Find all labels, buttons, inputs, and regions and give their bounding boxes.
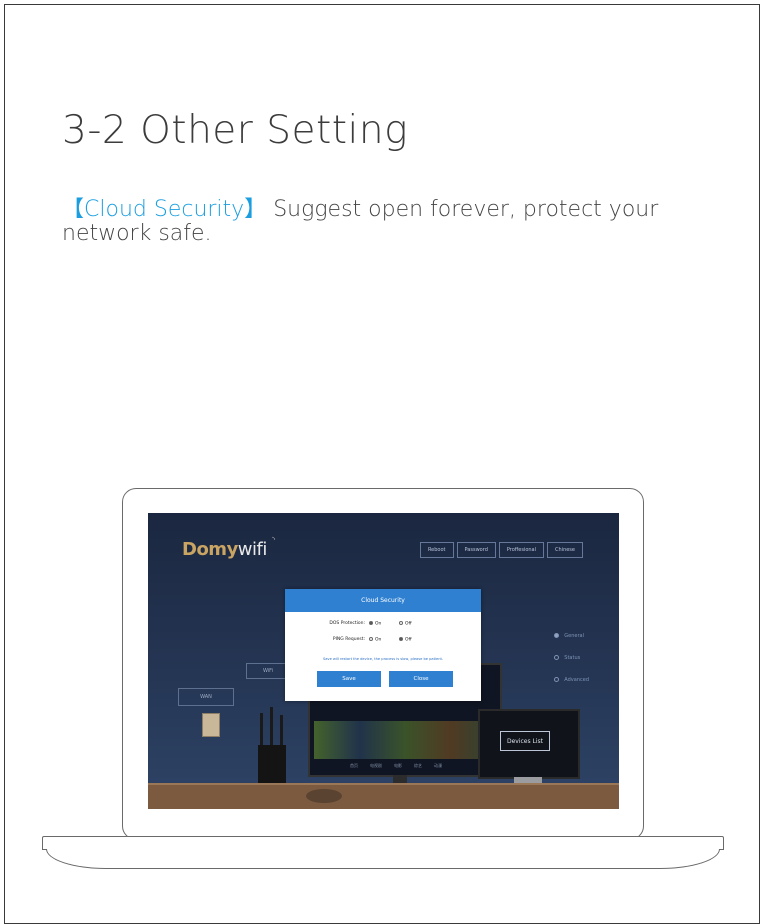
wifi-label-box: WiFi <box>246 663 290 679</box>
ping-request-label: PING Request: <box>332 637 365 642</box>
side-menu-general[interactable]: General <box>554 633 589 639</box>
option-label: Off <box>405 621 412 627</box>
radio-dot-icon <box>554 633 560 638</box>
side-menu-advanced[interactable]: Advanced <box>554 677 589 683</box>
ping-request-on[interactable]: On <box>369 637 381 643</box>
nav-proffesional[interactable]: Proffesional <box>498 542 545 558</box>
devices-list-button[interactable]: Devices List <box>500 731 550 751</box>
tv-menu-item: 综艺 <box>414 763 422 768</box>
router-antenna <box>260 713 263 747</box>
cloud-security-dialog: Cloud Security DOS Protection: On Off PI… <box>285 589 481 701</box>
tv-menu-item: 动漫 <box>434 763 442 768</box>
tv-stand <box>393 775 407 783</box>
router-antenna <box>280 715 283 747</box>
brand-part1: Domy <box>182 539 238 560</box>
nav-chinese[interactable]: Chinese <box>547 542 583 558</box>
brand-logo: Domywifi <box>182 539 267 560</box>
side-menu-label: Advanced <box>564 677 589 683</box>
close-button[interactable]: Close <box>389 671 453 687</box>
dialog-title: Cloud Security <box>285 589 481 612</box>
dos-protection-on[interactable]: On <box>369 621 381 627</box>
tv-menu-item: 电影 <box>394 763 402 768</box>
desk <box>148 785 619 809</box>
dialog-note: Save will restart the device, the proces… <box>322 657 444 661</box>
side-menu-label: Status <box>564 655 581 661</box>
mouse-illustration <box>306 789 342 803</box>
description: 【Cloud Security】 Suggest open forever, p… <box>62 198 702 246</box>
side-menu-label: General <box>564 633 585 639</box>
radio-icon <box>399 621 403 625</box>
wan-label-box: WAN <box>178 688 234 706</box>
router-antenna <box>270 707 273 747</box>
brand-part2: wifi <box>237 539 268 560</box>
option-label: Off <box>405 637 412 643</box>
ping-request-off[interactable]: Off <box>399 637 412 643</box>
laptop-bottom <box>46 849 720 869</box>
tv-menu-item: 电视剧 <box>370 763 382 768</box>
dos-protection-off[interactable]: Off <box>399 621 412 627</box>
dos-protection-label: DOS Protection: <box>329 621 365 626</box>
page-title: 3-2 Other Setting <box>62 108 409 153</box>
description-bracket-close: 】 <box>244 197 267 222</box>
tv-content <box>314 721 496 759</box>
side-menu-status[interactable]: Status <box>554 655 589 661</box>
wall-socket <box>202 713 220 737</box>
laptop-screen: Domywifi ◝ Reboot Password Proffesional … <box>148 513 619 809</box>
description-bracket-open: 【 <box>62 197 85 222</box>
top-nav: Reboot Password Proffesional Chinese <box>419 542 583 558</box>
wifi-signal-icon: ◝ <box>272 535 276 544</box>
radio-icon <box>399 637 403 641</box>
nav-password[interactable]: Password <box>456 542 496 558</box>
radio-dot-icon <box>554 677 560 682</box>
option-label: On <box>375 621 382 627</box>
radio-icon <box>369 621 373 625</box>
radio-dot-icon <box>554 655 560 660</box>
side-menu: General Status Advanced <box>554 633 589 699</box>
tv-menu: 首页 电视剧 电影 综艺 动漫 <box>350 763 442 769</box>
option-label: On <box>375 637 382 643</box>
description-highlight: Cloud Security <box>84 197 245 222</box>
nav-reboot[interactable]: Reboot <box>419 542 454 558</box>
radio-icon <box>369 637 373 641</box>
save-button[interactable]: Save <box>317 671 381 687</box>
laptop-base <box>42 836 724 850</box>
tv-menu-item: 首页 <box>350 763 358 768</box>
